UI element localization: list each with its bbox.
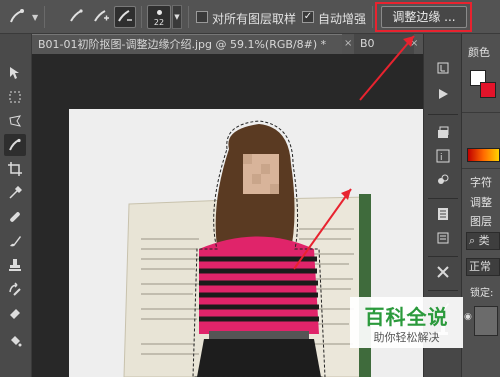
panel-divider bbox=[462, 112, 500, 113]
tab-document-label: B01-01初阶抠图-调整边缘介绍.jpg @ 59.1%(RGB/8#) * bbox=[38, 38, 327, 51]
dock-divider bbox=[428, 290, 458, 291]
marquee-tool-icon[interactable] bbox=[4, 86, 26, 108]
dock-divider bbox=[428, 256, 458, 257]
panel-divider bbox=[462, 168, 500, 169]
auto-enhance-label: 自动增强 bbox=[318, 12, 367, 26]
tool-presets-icon[interactable] bbox=[432, 262, 454, 282]
lasso-tool-icon[interactable] bbox=[4, 110, 26, 132]
chevron-down-icon[interactable]: ▼ bbox=[32, 13, 38, 22]
brush-tip-icon bbox=[157, 10, 162, 15]
options-separator bbox=[44, 6, 45, 28]
auto-enhance-checkbox[interactable]: ✓ bbox=[302, 11, 314, 23]
properties-panel-icon[interactable] bbox=[432, 122, 454, 142]
paragraph-panel-icon[interactable] bbox=[432, 228, 454, 248]
lock-label: 锁定: bbox=[470, 288, 494, 299]
eyedropper-tool-icon[interactable] bbox=[4, 182, 26, 204]
color-panel-title[interactable]: 颜色 bbox=[468, 44, 490, 60]
options-separator bbox=[372, 6, 373, 28]
adjustments-panel-tab[interactable]: 调整 bbox=[470, 194, 492, 210]
new-selection-icon[interactable] bbox=[66, 6, 88, 28]
quick-selection-tool-preset-icon[interactable] bbox=[6, 6, 28, 28]
quick-selection-tool-icon[interactable] bbox=[4, 134, 26, 156]
blend-mode-value: 正常 bbox=[469, 260, 491, 273]
brush-size-picker[interactable]: 22 bbox=[147, 5, 171, 29]
eraser-tool-icon[interactable] bbox=[4, 302, 26, 324]
options-separator bbox=[188, 6, 189, 28]
brush-tool-icon[interactable] bbox=[4, 230, 26, 252]
layer-filter-kind: 类 bbox=[478, 234, 490, 247]
sample-all-layers-checkbox[interactable] bbox=[196, 11, 208, 23]
svg-text:i: i bbox=[440, 153, 443, 163]
options-separator bbox=[141, 6, 142, 28]
subtract-from-selection-icon[interactable] bbox=[114, 6, 136, 28]
color-ramp[interactable] bbox=[467, 148, 500, 162]
visibility-eye-icon[interactable]: ◉ bbox=[464, 312, 474, 322]
character-panel-tab[interactable]: 字符 bbox=[470, 174, 492, 190]
history-panel-icon[interactable] bbox=[432, 58, 454, 78]
brush-size-value: 22 bbox=[153, 18, 165, 27]
swatches-panel-icon[interactable] bbox=[432, 170, 454, 190]
background-color-swatch[interactable] bbox=[480, 82, 496, 98]
layer-filter-search[interactable]: ⌕ 类 bbox=[466, 232, 500, 250]
dock-divider bbox=[428, 114, 458, 115]
healing-brush-icon[interactable] bbox=[4, 206, 26, 228]
blend-mode-select[interactable]: 正常 bbox=[466, 258, 500, 276]
brush-size-dropdown[interactable]: ▼ bbox=[172, 5, 182, 29]
sample-all-layers-label: 对所有图层取样 bbox=[212, 12, 297, 26]
layers-panel-tab[interactable]: 图层 bbox=[470, 213, 492, 229]
watermark-logo: 百科全说 助你轻松解决 bbox=[350, 297, 463, 348]
paint-bucket-icon[interactable] bbox=[4, 330, 26, 352]
clone-stamp-icon[interactable] bbox=[4, 254, 26, 276]
move-tool-icon[interactable] bbox=[4, 62, 26, 84]
layer-thumbnail[interactable] bbox=[474, 306, 498, 336]
history-brush-icon[interactable] bbox=[4, 278, 26, 300]
annotation-arrow bbox=[359, 35, 415, 101]
tools-panel bbox=[0, 34, 32, 377]
dock-divider bbox=[428, 198, 458, 199]
tab-document-active[interactable]: B01-01初阶抠图-调整边缘介绍.jpg @ 59.1%(RGB/8#) * bbox=[32, 34, 342, 54]
add-to-selection-icon[interactable] bbox=[90, 6, 112, 28]
info-panel-icon[interactable]: i bbox=[432, 146, 454, 166]
play-actions-icon[interactable] bbox=[432, 84, 454, 104]
watermark-subtitle: 助你轻松解决 bbox=[373, 331, 440, 344]
character-panel-icon[interactable] bbox=[432, 204, 454, 224]
watermark-title: 百科全说 bbox=[364, 305, 449, 329]
crop-tool-icon[interactable] bbox=[4, 158, 26, 180]
